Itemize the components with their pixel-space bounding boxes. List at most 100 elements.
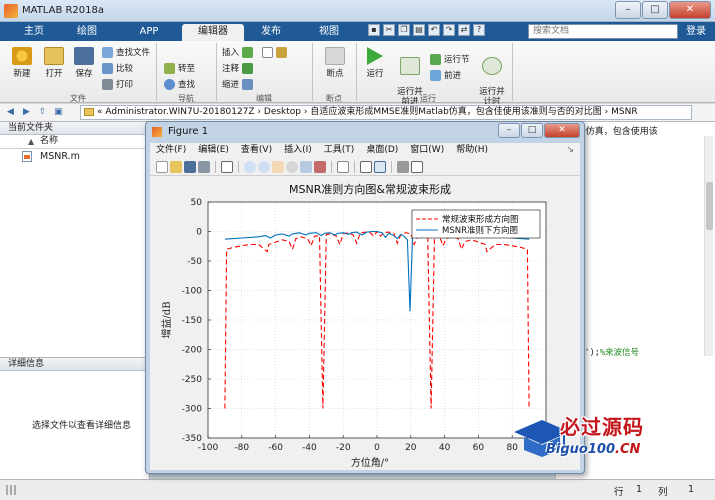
brush-icon[interactable] [314, 161, 326, 173]
close-button[interactable]: ✕ [669, 1, 711, 19]
save-label: 保存 [75, 69, 93, 79]
legend-entry-label: 常规波束形成方向图 [442, 214, 519, 225]
browse-folder-icon[interactable]: ▣ [52, 106, 65, 119]
menu-view[interactable]: 查看(V) [235, 143, 278, 158]
new-button[interactable]: 新建 [8, 47, 36, 79]
figure-close-button[interactable]: ✕ [544, 123, 580, 138]
paste-icon[interactable]: ▤ [413, 24, 425, 36]
run-section-button[interactable]: 运行节 [430, 53, 470, 65]
undo-icon[interactable]: ↶ [428, 24, 440, 36]
save-icon[interactable]: ▪ [368, 24, 380, 36]
figure-maximize-button[interactable]: □ [521, 123, 543, 138]
data-cursor-icon[interactable] [300, 161, 312, 173]
switch-windows-icon[interactable]: ⇄ [458, 24, 470, 36]
print-button[interactable]: 打印 [102, 78, 133, 90]
run-advance-icon [400, 57, 420, 75]
link-plot-icon[interactable] [337, 161, 349, 173]
advance-button[interactable]: 前进 [430, 69, 461, 81]
menu-edit[interactable]: 编辑(E) [192, 143, 235, 158]
editor-ribbon: 新建 打开 保存 查找文件 比较 打印 文件 转至 查找 导航 插入 注释 缩进… [0, 41, 715, 107]
group-separator [356, 43, 357, 101]
y-tick-label: -200 [182, 346, 203, 356]
colorbar-icon[interactable] [360, 161, 372, 173]
tab-plots[interactable]: 绘图 [62, 24, 112, 41]
x-tick-label: -80 [234, 443, 249, 453]
name-column-header[interactable]: ▲ 名称 [0, 135, 149, 149]
print-figure-icon[interactable] [198, 161, 210, 173]
dock-arrow-icon[interactable]: ↘ [560, 143, 580, 158]
figure-title-bar[interactable]: Figure 1 – □ ✕ [146, 122, 584, 142]
insert-button[interactable]: 插入 [222, 46, 254, 58]
breakpoints-button[interactable]: 断点 [318, 47, 352, 79]
figure-menu-bar: 文件(F) 编辑(E) 查看(V) 插入(I) 工具(T) 桌面(D) 窗口(W… [150, 143, 580, 158]
group-separator [216, 43, 217, 101]
indent-button[interactable]: 缩进 [222, 78, 254, 90]
scroll-thumb[interactable] [706, 182, 713, 230]
folder-up-icon[interactable]: ⇧ [36, 106, 49, 119]
find-button[interactable]: 查找 [164, 78, 195, 90]
back-arrow-icon[interactable]: ◀ [4, 106, 17, 119]
tab-publish[interactable]: 发布 [246, 24, 296, 41]
goto-label: 转至 [178, 64, 196, 74]
details-panel: 详细信息 选择文件以查看详细信息 [0, 357, 150, 479]
x-tick-label: -20 [336, 443, 351, 453]
run-button[interactable]: 运行 [362, 47, 388, 79]
cut-icon[interactable]: ✂ [383, 24, 395, 36]
goto-button[interactable]: 转至 [164, 62, 195, 74]
menu-insert[interactable]: 插入(I) [278, 143, 318, 158]
search-input[interactable]: 搜索文档 [528, 24, 678, 39]
copy-icon[interactable]: ❐ [398, 24, 410, 36]
group-run-label: 运行 [420, 94, 436, 103]
comment-button[interactable]: 注释 [222, 62, 254, 74]
app-title-bar: MATLAB R2018a – □ ✕ [0, 0, 715, 22]
show-plot-tools-icon[interactable] [411, 161, 423, 173]
new-figure-icon[interactable] [156, 161, 168, 173]
x-axis-label: 方位角/° [351, 456, 389, 469]
group-separator [156, 43, 157, 101]
tab-view[interactable]: 视图 [302, 24, 356, 41]
minimize-button[interactable]: – [615, 1, 641, 19]
menu-help[interactable]: 帮助(H) [450, 143, 494, 158]
compare-button[interactable]: 比较 [102, 62, 133, 74]
tab-apps[interactable]: APP [118, 24, 180, 41]
x-tick-label: -60 [268, 443, 283, 453]
editor-scrollbar[interactable] [704, 136, 713, 356]
save-button[interactable]: 保存 [70, 47, 98, 79]
find-files-icon [102, 46, 113, 58]
legend-icon[interactable] [374, 161, 386, 173]
help-icon[interactable]: ? [473, 24, 485, 36]
menu-desktop[interactable]: 桌面(D) [360, 143, 404, 158]
menu-file[interactable]: 文件(F) [150, 143, 192, 158]
figure-minimize-button[interactable]: – [498, 123, 520, 138]
m-file-icon [22, 151, 32, 162]
menu-tools[interactable]: 工具(T) [318, 143, 361, 158]
open-file-icon[interactable] [170, 161, 182, 173]
rotate-icon[interactable] [286, 161, 298, 173]
watermark-cn-text: 必过源码 [560, 415, 644, 439]
current-folder-path[interactable]: « Administrator.WIN7U-20180127Z › Deskto… [80, 105, 692, 120]
login-button[interactable]: 登录 [680, 24, 712, 39]
zoom-in-icon[interactable] [244, 161, 256, 173]
open-button[interactable]: 打开 [40, 47, 68, 79]
zoom-out-icon[interactable] [258, 161, 270, 173]
tab-editor[interactable]: 编辑器 [182, 24, 244, 41]
file-item[interactable]: MSNR.m [0, 149, 149, 164]
maximize-button[interactable]: □ [642, 1, 668, 19]
path-text: « Administrator.WIN7U-20180127Z › Deskto… [97, 107, 638, 117]
hide-plot-tools-icon[interactable] [397, 161, 409, 173]
find-files-button[interactable]: 查找文件 [102, 46, 150, 58]
pan-hand-icon[interactable] [272, 161, 284, 173]
y-tick-label: -300 [182, 405, 203, 415]
figure-icon [152, 127, 162, 137]
menu-window[interactable]: 窗口(W) [404, 143, 450, 158]
redo-icon[interactable]: ↷ [443, 24, 455, 36]
group-breakpoints-label: 断点 [326, 94, 342, 103]
tab-home[interactable]: 主页 [10, 24, 58, 41]
folder-icon [84, 108, 94, 116]
run-and-time-button[interactable]: 运行并 计时 [476, 47, 508, 107]
save-figure-icon[interactable] [184, 161, 196, 173]
file-name: MSNR.m [40, 151, 80, 162]
forward-arrow-icon[interactable]: ▶ [20, 106, 33, 119]
pointer-icon[interactable] [221, 161, 233, 173]
fx-button[interactable] [262, 46, 287, 58]
